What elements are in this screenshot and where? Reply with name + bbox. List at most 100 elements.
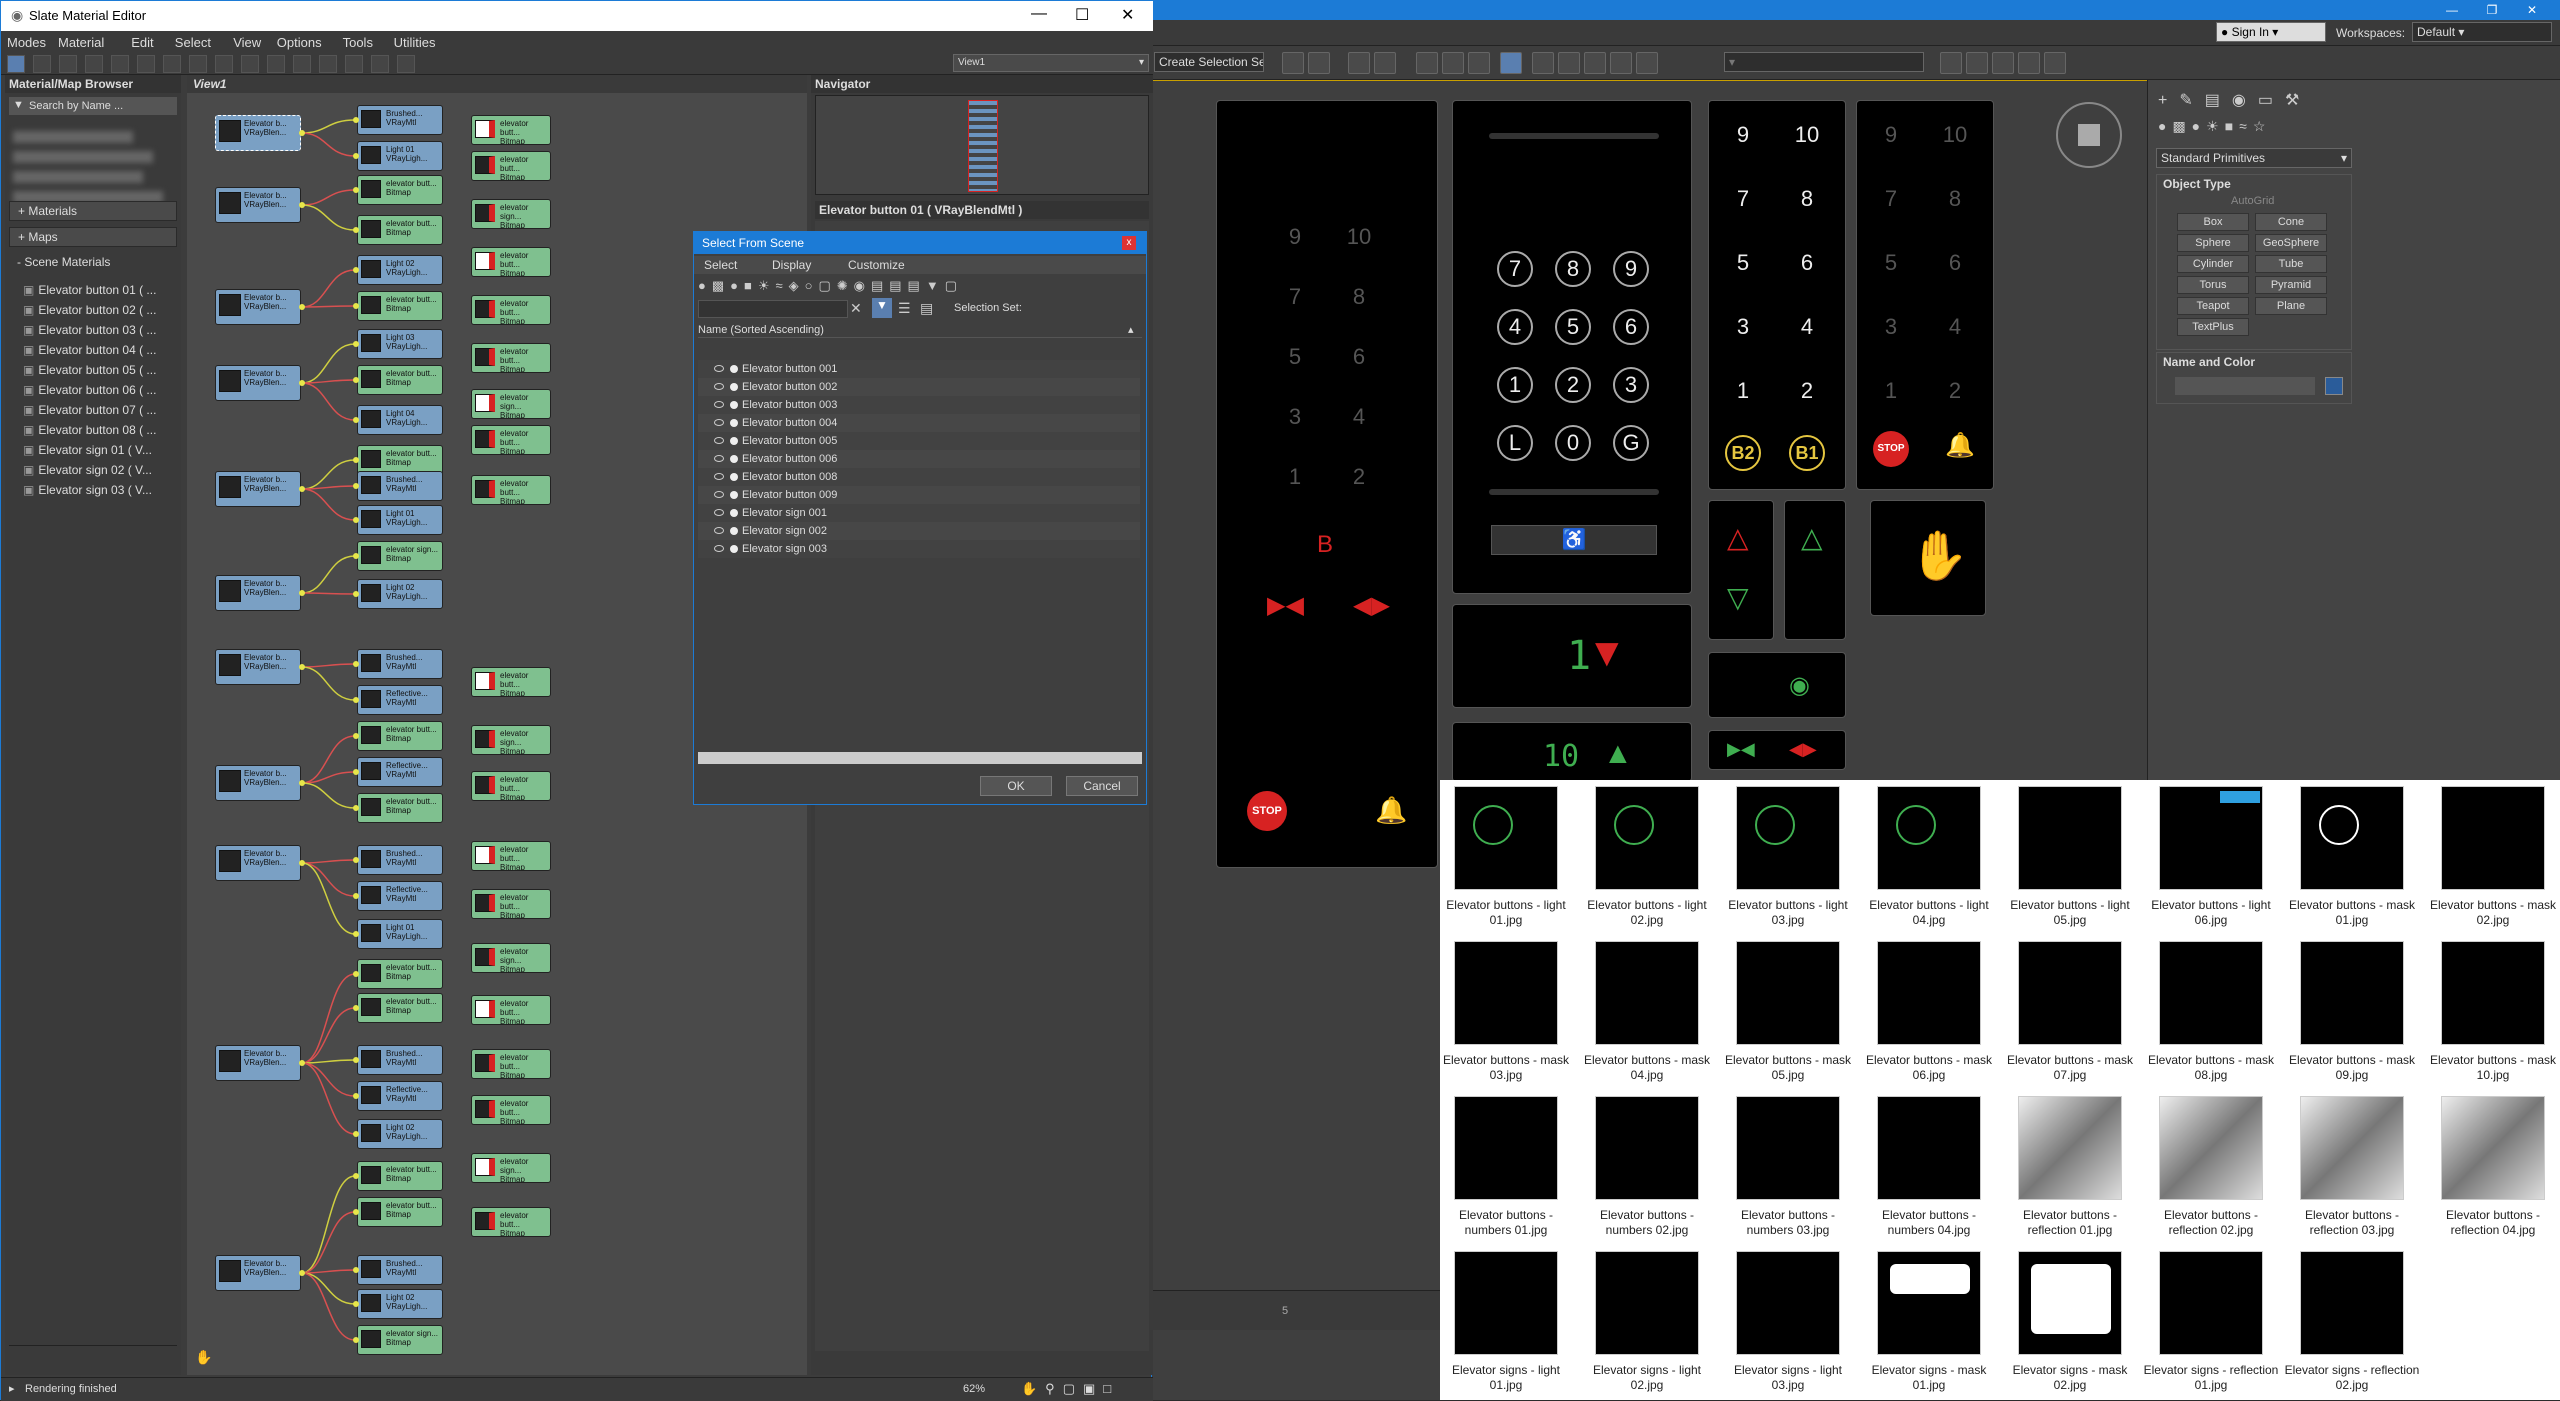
- minimize-button[interactable]: —: [2432, 0, 2472, 20]
- slate-menu-edit[interactable]: Edit: [131, 35, 153, 50]
- bitmap-node[interactable]: elevator butt... Bitmap: [471, 1207, 551, 1237]
- node-input-socket[interactable]: [353, 591, 359, 597]
- layer-explorer-icon[interactable]: [1374, 52, 1396, 74]
- material-node-light04[interactable]: Light 04 VRayLigh...: [357, 405, 443, 435]
- material-node-light02[interactable]: Light 02 VRayLigh...: [357, 1289, 443, 1319]
- slate-menu-select[interactable]: Select: [175, 35, 211, 50]
- texture-thumbnail[interactable]: [1736, 1251, 1840, 1355]
- node-output-socket[interactable]: [299, 590, 305, 596]
- mirror-icon[interactable]: [1282, 52, 1304, 74]
- texture-thumbnail[interactable]: [2300, 786, 2404, 890]
- slate-minimize-button[interactable]: —: [1031, 5, 1047, 23]
- node-input-socket[interactable]: [353, 267, 359, 273]
- material-node-bitmap[interactable]: elevator butt... Bitmap: [357, 365, 443, 395]
- node-output-socket[interactable]: [299, 860, 305, 866]
- material-node-light01[interactable]: Light 01 VRayLigh...: [357, 505, 443, 535]
- node-input-socket[interactable]: [353, 1057, 359, 1063]
- node-input-socket[interactable]: [353, 517, 359, 523]
- render-icon[interactable]: [1584, 52, 1606, 74]
- ok-button[interactable]: OK: [980, 776, 1052, 796]
- bitmap-node[interactable]: elevator sign... Bitmap: [471, 725, 551, 755]
- node-input-socket[interactable]: [353, 303, 359, 309]
- slate-close-button[interactable]: ✕: [1121, 5, 1134, 25]
- blend-material-node[interactable]: Elevator b... VRayBlen...: [215, 649, 301, 685]
- texture-thumbnail[interactable]: [1736, 941, 1840, 1045]
- material-node-sign_bitmap[interactable]: elevator sign... Bitmap: [357, 1325, 443, 1355]
- slate-tool-icon[interactable]: [111, 55, 129, 73]
- blend-material-node[interactable]: Elevator b... VRayBlen...: [215, 765, 301, 801]
- close-button[interactable]: ✕: [2512, 0, 2552, 20]
- scene-material-item[interactable]: ▣ Elevator button 04 ( ...: [23, 341, 173, 359]
- node-input-socket[interactable]: [353, 1267, 359, 1273]
- scene-material-item[interactable]: ▣ Elevator button 03 ( ...: [23, 321, 173, 339]
- browser-search-input[interactable]: Search by Name ...: [9, 97, 177, 115]
- scene-material-item[interactable]: ▣ Elevator button 06 ( ...: [23, 381, 173, 399]
- visibility-eye-icon[interactable]: [714, 455, 724, 462]
- node-input-socket[interactable]: [353, 417, 359, 423]
- texture-thumbnail[interactable]: [2300, 1251, 2404, 1355]
- material-node-bitmap[interactable]: elevator butt... Bitmap: [357, 291, 443, 321]
- blend-material-node[interactable]: Elevator b... VRayBlen...: [215, 1045, 301, 1081]
- bitmap-node[interactable]: elevator butt... Bitmap: [471, 295, 551, 325]
- material-node-bitmap[interactable]: elevator butt... Bitmap: [357, 993, 443, 1023]
- node-input-socket[interactable]: [353, 1093, 359, 1099]
- texture-thumbnail[interactable]: [2300, 1096, 2404, 1200]
- material-node-light02[interactable]: Light 02 VRayLigh...: [357, 579, 443, 609]
- selection-set-dropdown[interactable]: Create Selection Se ▾: [1154, 52, 1264, 72]
- material-node-reflective[interactable]: Reflective... VRayMtl: [357, 685, 443, 715]
- primitive-button-geosphere[interactable]: GeoSphere: [2255, 234, 2327, 252]
- slate-tool-icon[interactable]: [267, 55, 285, 73]
- navigator-preview[interactable]: [815, 95, 1149, 195]
- material-node-brushed[interactable]: Brushed... VRayMtl: [357, 1255, 443, 1285]
- blend-material-node[interactable]: Elevator b... VRayBlen...: [215, 115, 301, 151]
- node-input-socket[interactable]: [353, 227, 359, 233]
- primitive-button-box[interactable]: Box: [2177, 213, 2249, 231]
- texture-thumbnail[interactable]: [2159, 941, 2263, 1045]
- scene-material-item[interactable]: ▣ Elevator button 07 ( ...: [23, 401, 173, 419]
- scene-material-item[interactable]: ▣ Elevator sign 03 ( V...: [23, 481, 173, 499]
- node-output-socket[interactable]: [299, 202, 305, 208]
- visibility-eye-icon[interactable]: [714, 401, 724, 408]
- material-node-bitmap[interactable]: elevator butt... Bitmap: [357, 959, 443, 989]
- viewcube-face[interactable]: [2078, 124, 2100, 146]
- node-input-socket[interactable]: [353, 117, 359, 123]
- texture-thumbnail[interactable]: [1736, 1096, 1840, 1200]
- scene-object-row[interactable]: Elevator button 002: [698, 378, 1140, 396]
- scene-object-row[interactable]: Elevator button 005: [698, 432, 1140, 450]
- material-node-brushed[interactable]: Brushed... VRayMtl: [357, 105, 443, 135]
- dialog-menu-customize[interactable]: Customize: [848, 258, 905, 272]
- node-input-socket[interactable]: [353, 769, 359, 775]
- view-dropdown[interactable]: View1 ▾: [953, 54, 1149, 72]
- slate-tool-icon[interactable]: [137, 55, 155, 73]
- view-nav-icons[interactable]: ✋⚲▢▣□: [1021, 1381, 1119, 1397]
- node-input-socket[interactable]: [353, 697, 359, 703]
- material-node-bitmap[interactable]: elevator butt... Bitmap: [357, 721, 443, 751]
- node-input-socket[interactable]: [353, 1173, 359, 1179]
- texture-thumbnail[interactable]: [1877, 786, 1981, 890]
- scene-explorer-icon[interactable]: [1348, 52, 1370, 74]
- node-output-socket[interactable]: [299, 664, 305, 670]
- cancel-button[interactable]: Cancel: [1066, 776, 1138, 796]
- blend-material-node[interactable]: Elevator b... VRayBlen...: [215, 575, 301, 611]
- node-output-socket[interactable]: [299, 130, 305, 136]
- slate-tool-icon[interactable]: [397, 55, 415, 73]
- scene-object-row[interactable]: Elevator sign 003: [698, 540, 1140, 558]
- project-folder-icon[interactable]: [1966, 52, 1988, 74]
- bitmap-node[interactable]: elevator butt... Bitmap: [471, 1049, 551, 1079]
- pan-hand-icon[interactable]: ✋: [195, 1349, 212, 1366]
- node-output-socket[interactable]: [299, 486, 305, 492]
- bitmap-node[interactable]: elevator sign... Bitmap: [471, 1153, 551, 1183]
- zoom-level[interactable]: 62%: [963, 1383, 985, 1395]
- scene-material-item[interactable]: ▣ Elevator button 08 ( ...: [23, 421, 173, 439]
- slate-tool-icon[interactable]: [7, 55, 25, 73]
- schematic-view-icon[interactable]: [1416, 52, 1438, 74]
- node-input-socket[interactable]: [353, 1131, 359, 1137]
- bitmap-node[interactable]: elevator butt... Bitmap: [471, 247, 551, 277]
- node-output-socket[interactable]: [299, 304, 305, 310]
- bitmap-node[interactable]: elevator butt... Bitmap: [471, 841, 551, 871]
- curve-editor-icon[interactable]: [1442, 52, 1464, 74]
- image-viewer-icon[interactable]: [2018, 52, 2040, 74]
- scene-material-item[interactable]: ▣ Elevator button 02 ( ...: [23, 301, 173, 319]
- node-output-socket[interactable]: [299, 780, 305, 786]
- texture-thumbnail[interactable]: [2159, 1096, 2263, 1200]
